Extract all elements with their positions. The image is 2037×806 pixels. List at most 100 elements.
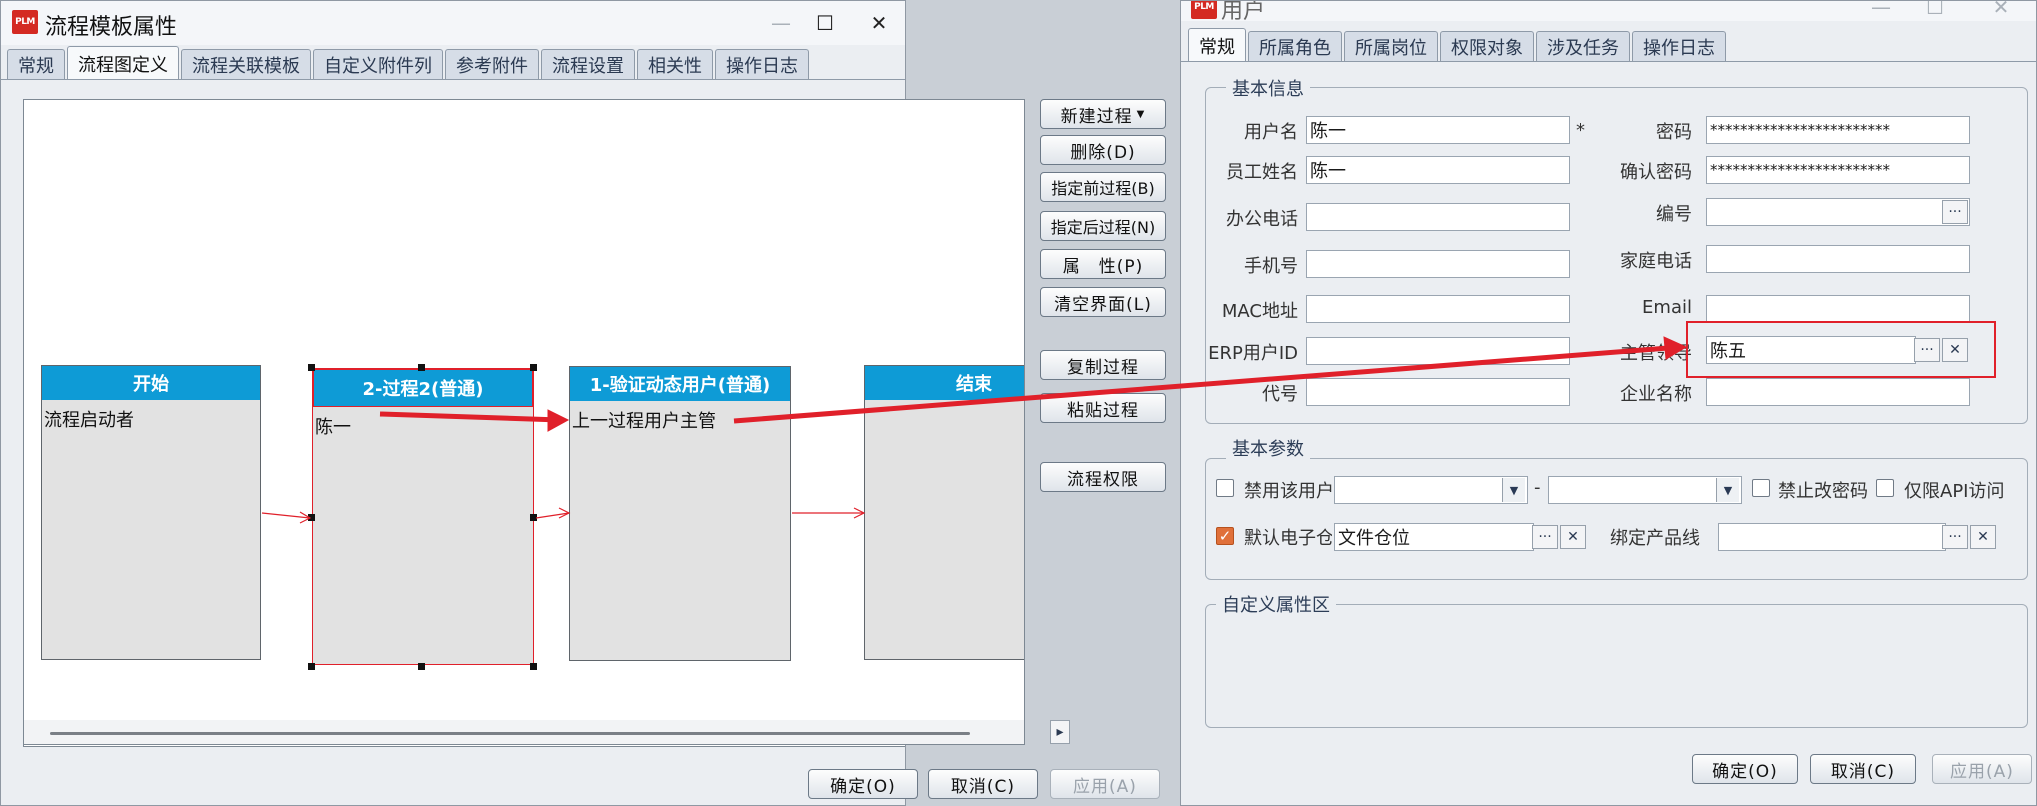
close-button[interactable]: ✕ — [1981, 1, 2021, 23]
no-password-change-checkbox[interactable] — [1752, 479, 1770, 497]
office-phone-label: 办公电话 — [1226, 209, 1298, 230]
mac-label: MAC地址 — [1221, 301, 1298, 322]
tab-flowchart[interactable]: 流程图定义 — [67, 46, 179, 80]
more-icon[interactable]: ··· — [1532, 525, 1558, 549]
confirm-password-label: 确认密码 — [1620, 162, 1692, 183]
title-bar: PLM 流程模板属性 — ☐ ✕ — [1, 1, 905, 45]
manager-label: 主管领导 — [1620, 343, 1692, 364]
erp-label: ERP用户ID — [1208, 343, 1298, 364]
scroll-right-icon[interactable]: ▸ — [1050, 720, 1070, 744]
tab-divider — [1, 79, 905, 80]
maximize-button[interactable]: ☐ — [1915, 1, 1955, 23]
product-line-field[interactable] — [1718, 523, 1946, 551]
disable-user-label: 禁用该用户 — [1244, 481, 1334, 502]
home-phone-label: 家庭电话 — [1620, 251, 1692, 272]
tab-reference-attachments[interactable]: 参考附件 — [445, 49, 539, 80]
cancel-button[interactable]: 取消(C) — [1810, 754, 1916, 784]
horizontal-scrollbar[interactable] — [24, 720, 1024, 744]
window-title: 用户 — [1221, 0, 1266, 24]
no-password-change-label: 禁止改密码 — [1778, 481, 1868, 502]
custom-attributes-group — [1205, 604, 2028, 728]
home-phone-field[interactable] — [1706, 245, 1970, 273]
tab-positions[interactable]: 所属岗位 — [1344, 31, 1438, 62]
process-permission-button[interactable]: 流程权限 — [1040, 462, 1166, 492]
mac-field[interactable] — [1306, 295, 1570, 323]
more-icon[interactable]: ··· — [1942, 525, 1968, 549]
password-field[interactable]: ************************ — [1706, 116, 1970, 144]
user-tab-strip: 常规 所属角色 所属岗位 权限对象 涉及任务 操作日志 — [1188, 28, 1726, 62]
erp-field[interactable] — [1306, 337, 1570, 365]
scrollbar-thumb[interactable] — [50, 732, 970, 735]
api-only-label: 仅限API访问 — [1904, 481, 2004, 502]
clear-icon[interactable]: ✕ — [1970, 525, 1996, 549]
tab-divider — [1180, 61, 2037, 62]
canvas-area[interactable]: 开始 流程启动者 2-过程2(普通) 陈一 1-验证动态用户(普通) 上一过程用… — [23, 99, 1025, 745]
fullname-field[interactable]: 陈一 — [1306, 156, 1570, 184]
required-mark: * — [1576, 120, 1585, 141]
paste-process-button[interactable]: 粘贴过程 — [1040, 393, 1166, 423]
date-separator: - — [1534, 477, 1541, 498]
maximize-button[interactable]: ☐ — [805, 7, 845, 39]
tab-operation-log[interactable]: 操作日志 — [1632, 31, 1726, 62]
clear-icon[interactable]: ✕ — [1560, 525, 1586, 549]
disable-user-checkbox[interactable] — [1216, 479, 1234, 497]
set-previous-button[interactable]: 指定前过程(B) — [1040, 172, 1166, 202]
minimize-button[interactable]: — — [1861, 1, 1901, 23]
tab-operation-log[interactable]: 操作日志 — [715, 49, 809, 80]
custom-attributes-legend: 自定义属性区 — [1216, 591, 1336, 617]
set-next-button[interactable]: 指定后过程(N) — [1040, 211, 1166, 241]
password-label: 密码 — [1656, 122, 1692, 143]
tab-roles[interactable]: 所属角色 — [1248, 31, 1342, 62]
confirm-password-field[interactable]: ************************ — [1706, 156, 1970, 184]
office-phone-field[interactable] — [1306, 203, 1570, 231]
product-line-label: 绑定产品线 — [1610, 528, 1700, 549]
username-field[interactable]: 陈一 — [1306, 116, 1570, 144]
more-icon[interactable]: ··· — [1942, 200, 1968, 224]
start-date-field[interactable] — [1334, 476, 1528, 504]
annotation-highlight-box — [1686, 321, 1996, 378]
tab-relevance[interactable]: 相关性 — [637, 49, 713, 80]
basic-info-legend: 基本信息 — [1226, 75, 1310, 101]
tab-custom-attachments[interactable]: 自定义附件列 — [313, 49, 443, 80]
button-label: 新建过程 — [1060, 106, 1133, 127]
company-field[interactable] — [1706, 378, 1970, 406]
email-label: Email — [1642, 297, 1692, 318]
default-vault-checkbox[interactable]: ✓ — [1216, 527, 1234, 545]
plm-logo: PLM — [1191, 1, 1217, 19]
username-label: 用户名 — [1244, 122, 1298, 143]
apply-button[interactable]: 应用(A) — [1050, 769, 1160, 799]
tab-general[interactable]: 常规 — [7, 49, 65, 80]
close-button[interactable]: ✕ — [859, 7, 899, 39]
mobile-field[interactable] — [1306, 250, 1570, 278]
number-label: 编号 — [1656, 204, 1692, 225]
minimize-button[interactable]: — — [761, 7, 801, 39]
flow-connectors — [261, 507, 866, 524]
ok-button[interactable]: 确定(O) — [808, 769, 918, 799]
apply-button[interactable]: 应用(A) — [1932, 754, 2032, 784]
mobile-label: 手机号 — [1244, 256, 1298, 277]
default-vault-field[interactable]: 文件仓位 — [1334, 523, 1534, 551]
clear-canvas-button[interactable]: 清空界面(L) — [1040, 287, 1166, 317]
title-bar: PLM 用户 — ☐ ✕ — [1181, 1, 2036, 24]
basic-params-legend: 基本参数 — [1226, 435, 1310, 461]
properties-button[interactable]: 属 性(P) — [1040, 249, 1166, 279]
default-vault-label: 默认电子仓 — [1244, 528, 1332, 549]
tab-permission-objects[interactable]: 权限对象 — [1440, 31, 1534, 62]
code-label: 代号 — [1262, 384, 1298, 405]
tab-process-settings[interactable]: 流程设置 — [541, 49, 635, 80]
chevron-down-icon[interactable]: ▼ — [1716, 478, 1739, 502]
tab-related-templates[interactable]: 流程关联模板 — [181, 49, 311, 80]
api-only-checkbox[interactable] — [1876, 479, 1894, 497]
copy-process-button[interactable]: 复制过程 — [1040, 350, 1166, 380]
ok-button[interactable]: 确定(O) — [1692, 754, 1798, 784]
code-field[interactable] — [1306, 378, 1570, 406]
tab-general[interactable]: 常规 — [1188, 28, 1246, 62]
new-process-button[interactable]: 新建过程 ▼ — [1040, 99, 1166, 129]
email-field[interactable] — [1706, 295, 1970, 323]
end-date-field[interactable] — [1548, 476, 1742, 504]
delete-button[interactable]: 删除(D) — [1040, 135, 1166, 165]
chevron-down-icon[interactable]: ▼ — [1502, 478, 1525, 502]
number-field[interactable] — [1706, 198, 1970, 226]
tab-tasks[interactable]: 涉及任务 — [1536, 31, 1630, 62]
cancel-button[interactable]: 取消(C) — [928, 769, 1038, 799]
